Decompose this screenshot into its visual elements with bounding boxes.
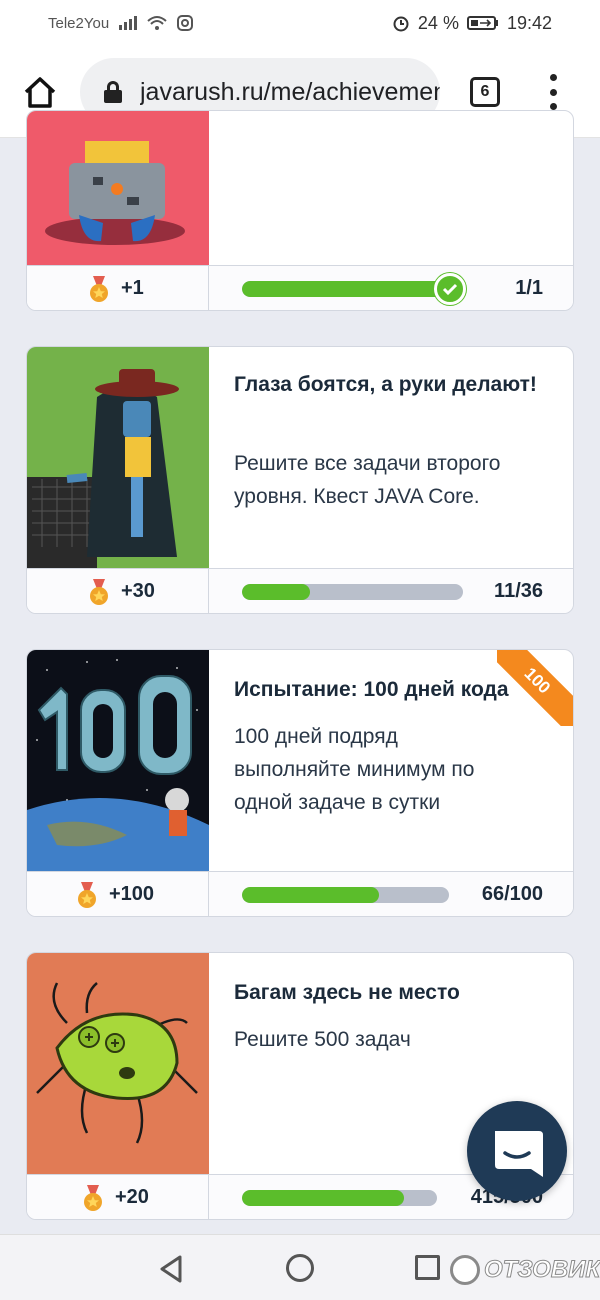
achievement-card[interactable]: 100 Испытание: 100 дней кода 100 дней по… bbox=[26, 649, 574, 917]
medal-icon bbox=[90, 276, 108, 302]
watermark-logo-icon bbox=[450, 1255, 480, 1285]
achievement-title: Багам здесь не место bbox=[234, 981, 460, 1004]
achievement-description: 100 дней подряд выполняйте минимум по од… bbox=[234, 725, 475, 814]
alarm-icon bbox=[393, 16, 409, 32]
home-icon[interactable] bbox=[22, 74, 58, 110]
tabs-icon[interactable]: 6 bbox=[470, 77, 500, 107]
watermark-text: ОТЗОВИК bbox=[483, 1256, 600, 1284]
status-bar: Tele2You 24 % 19:42 bbox=[0, 0, 600, 46]
signal-icon bbox=[119, 16, 138, 30]
progress-bar bbox=[242, 1190, 437, 1206]
url-text: javarush.ru/me/achievements bbox=[140, 77, 440, 106]
progress-count: 66/100 bbox=[481, 883, 543, 905]
progress-bar bbox=[242, 584, 463, 600]
chat-button[interactable] bbox=[467, 1101, 567, 1201]
card-footer: +100 66/100 bbox=[27, 871, 573, 916]
achievement-image bbox=[27, 111, 209, 265]
status-left: Tele2You bbox=[48, 14, 194, 32]
instagram-icon bbox=[177, 15, 194, 31]
medal-icon bbox=[90, 579, 108, 605]
medal-icon bbox=[78, 882, 96, 908]
battery-icon bbox=[466, 16, 498, 30]
achievement-card[interactable]: +1 1/1 bbox=[26, 110, 574, 311]
achievement-image bbox=[27, 650, 209, 871]
achievement-description: Решите 500 задач bbox=[234, 1028, 411, 1051]
clock: 19:42 bbox=[506, 12, 552, 33]
achievement-card[interactable]: Глаза боятся, а руки делают! Решите все … bbox=[26, 346, 574, 614]
nav-recent-icon[interactable] bbox=[415, 1255, 440, 1280]
check-icon bbox=[434, 273, 466, 305]
nav-home-icon[interactable] bbox=[286, 1254, 314, 1282]
progress-bar bbox=[242, 887, 449, 903]
progress-fill bbox=[242, 281, 454, 297]
progress-count: 11/36 bbox=[494, 580, 543, 602]
reward-points: +100 bbox=[109, 883, 155, 905]
battery-percent: 24 % bbox=[417, 12, 459, 33]
more-vert-icon[interactable] bbox=[548, 74, 558, 110]
progress-count: 1/1 bbox=[515, 277, 543, 299]
reward-points: +1 bbox=[121, 277, 144, 299]
reward-points: +30 bbox=[121, 580, 155, 602]
medal-icon bbox=[84, 1185, 102, 1211]
wifi-icon bbox=[147, 16, 167, 30]
achievement-description: Решите все задачи второго уровня. Квест … bbox=[234, 452, 501, 508]
achievement-title: Глаза боятся, а руки делают! bbox=[234, 373, 537, 396]
achievement-image bbox=[27, 953, 209, 1174]
system-nav-bar: ОТЗОВИК bbox=[0, 1234, 600, 1300]
progress-bar bbox=[242, 281, 454, 297]
status-right: 24 % 19:42 bbox=[392, 13, 552, 34]
achievement-image bbox=[27, 347, 209, 568]
tabs-count: 6 bbox=[480, 83, 490, 100]
progress-fill bbox=[242, 887, 379, 903]
reward-points: +20 bbox=[115, 1186, 149, 1208]
nav-back-icon[interactable] bbox=[158, 1255, 184, 1283]
progress-fill bbox=[242, 584, 310, 600]
lock-icon bbox=[104, 81, 122, 103]
card-footer: +1 1/1 bbox=[27, 265, 573, 310]
card-footer: +30 11/36 bbox=[27, 568, 573, 613]
watermark: ОТЗОВИК bbox=[450, 1255, 600, 1285]
achievement-title: Испытание: 100 дней кода bbox=[234, 678, 509, 701]
progress-fill bbox=[242, 1190, 404, 1206]
chat-icon bbox=[495, 1131, 543, 1177]
carrier-label: Tele2You bbox=[48, 14, 110, 32]
